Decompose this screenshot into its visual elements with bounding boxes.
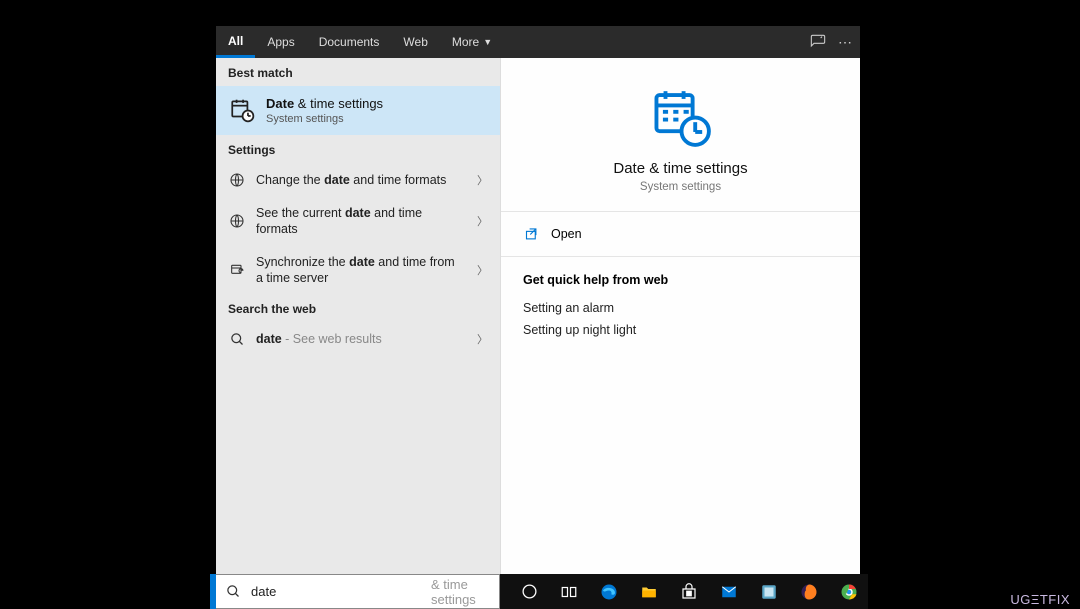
preview-pane: Date & time settings System settings Ope… [501,58,860,574]
search-panel: All Apps Documents Web More ▼ ⋯ Best mat… [216,26,860,574]
sync-icon [228,261,246,279]
tab-web[interactable]: Web [391,26,439,58]
file-explorer-icon[interactable] [632,574,666,609]
preview-header: Date & time settings System settings [501,58,860,211]
section-settings: Settings [216,135,500,163]
task-view-icon[interactable] [552,574,586,609]
tab-documents[interactable]: Documents [307,26,392,58]
results-list: Best match Date & time settings System s… [216,58,501,574]
app-icon-generic[interactable] [752,574,786,609]
quick-help-section: Get quick help from web Setting an alarm… [501,257,860,351]
search-ghost-text: & time settings [431,577,489,607]
cortana-icon[interactable] [512,574,546,609]
settings-item-sync-time[interactable]: Synchronize the date and time from a tim… [216,246,500,295]
settings-item-label: See the current date and time formats [256,205,467,238]
quick-help-heading: Get quick help from web [523,273,838,287]
section-search-web: Search the web [216,294,500,322]
settings-item-label: Change the date and time formats [256,172,467,188]
open-icon [523,226,539,242]
tab-all[interactable]: All [216,26,255,58]
chevron-down-icon: ▼ [483,37,492,47]
search-input[interactable] [251,584,427,599]
chevron-right-icon: 〉 [477,262,488,278]
help-link-alarm[interactable]: Setting an alarm [523,297,838,319]
taskbar-search-box[interactable]: & time settings [216,574,500,609]
search-filter-tabs: All Apps Documents Web More ▼ ⋯ [216,26,860,58]
preview-title: Date & time settings [521,160,840,177]
calendar-clock-icon [521,86,840,148]
search-icon [228,330,246,348]
best-match-subtitle: System settings [266,113,383,125]
best-match-item[interactable]: Date & time settings System settings [216,86,500,135]
tab-apps[interactable]: Apps [255,26,306,58]
panel-body: Best match Date & time settings System s… [216,58,860,574]
settings-item-change-formats[interactable]: Change the date and time formats 〉 [216,163,500,197]
calendar-clock-icon [228,96,256,124]
chevron-right-icon: 〉 [477,172,488,188]
open-action[interactable]: Open [501,212,860,256]
taskbar-pinned-apps [500,574,868,609]
mail-icon[interactable] [712,574,746,609]
feedback-icon[interactable] [810,34,826,50]
globe-icon [228,171,246,189]
best-match-title: Date & time settings [266,96,383,111]
section-best-match: Best match [216,58,500,86]
globe-icon [228,212,246,230]
taskbar: & time settings [210,574,868,609]
watermark: UGΞTFIX [1010,592,1070,607]
edge-icon[interactable] [592,574,626,609]
settings-item-see-formats[interactable]: See the current date and time formats 〉 [216,197,500,246]
chrome-icon[interactable] [832,574,866,609]
more-options-icon[interactable]: ⋯ [838,34,852,51]
help-link-night-light[interactable]: Setting up night light [523,319,838,341]
tab-more-label: More [452,35,479,49]
search-icon [226,584,241,600]
chevron-right-icon: 〉 [477,331,488,347]
web-result-label: date - See web results [256,331,467,347]
settings-item-label: Synchronize the date and time from a tim… [256,254,467,287]
store-icon[interactable] [672,574,706,609]
firefox-icon[interactable] [792,574,826,609]
tab-more[interactable]: More ▼ [440,26,504,58]
chevron-right-icon: 〉 [477,213,488,229]
web-result-item[interactable]: date - See web results 〉 [216,322,500,356]
open-label: Open [551,227,582,241]
preview-subtitle: System settings [521,181,840,193]
